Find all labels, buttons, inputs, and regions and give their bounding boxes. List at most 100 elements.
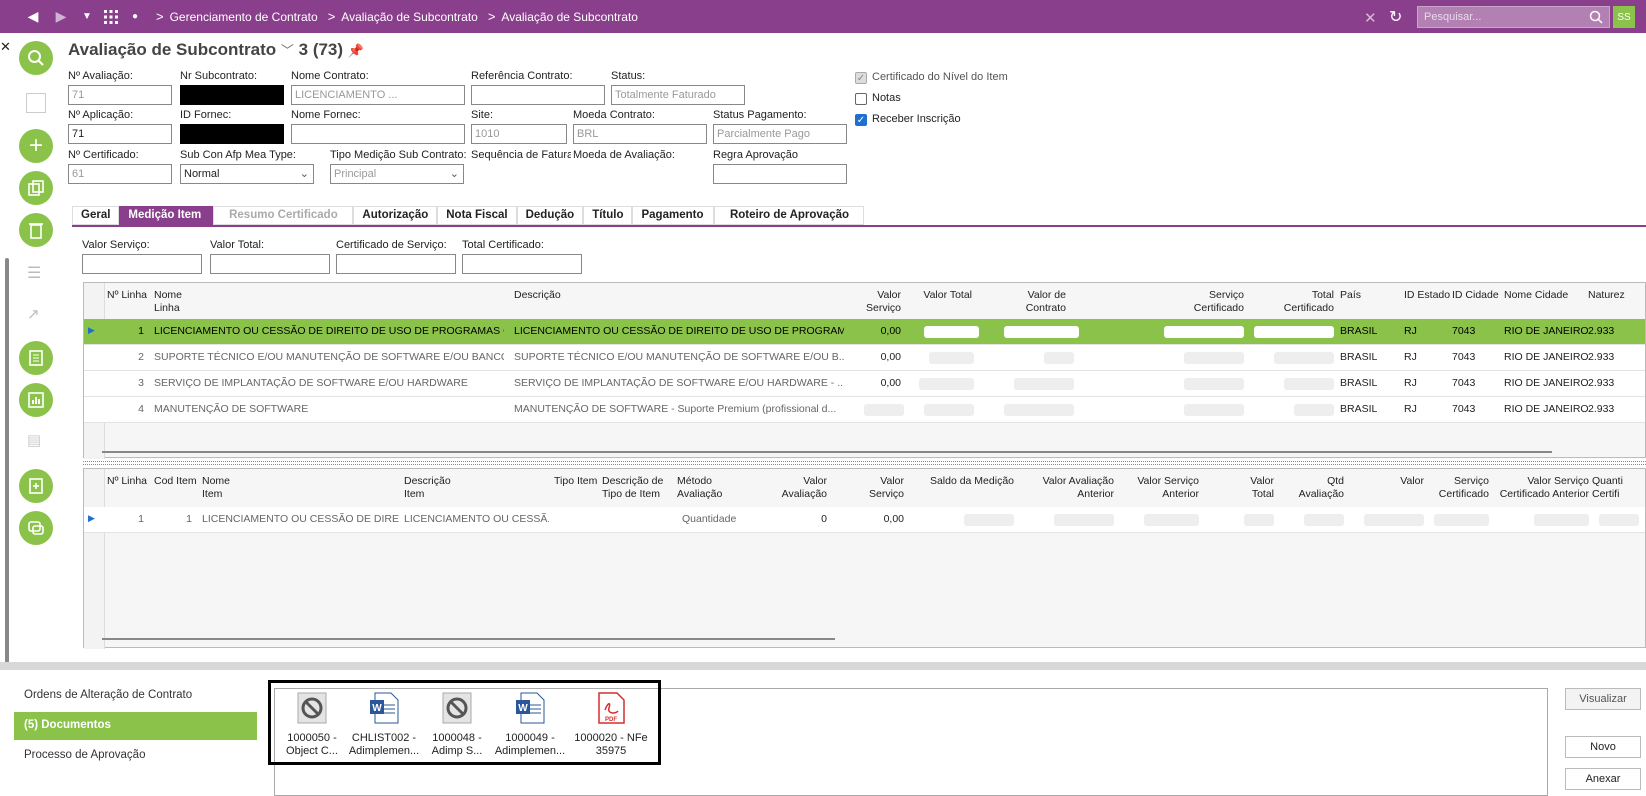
search-icon[interactable]: [19, 41, 53, 75]
chevron-down-icon[interactable]: ﹀: [281, 43, 294, 58]
panel-splitter[interactable]: [0, 662, 1646, 670]
table-row[interactable]: ▶ 1 1 LICENCIAMENTO OU CESSÃO DE DIREIT.…: [84, 507, 1645, 533]
tab-nota-fiscal[interactable]: Nota Fiscal: [437, 206, 517, 225]
table-row[interactable]: 3 SERVIÇO DE IMPLANTAÇÃO DE SOFTWARE E/O…: [84, 371, 1645, 397]
grid-splitter[interactable]: [83, 461, 1646, 465]
col-header[interactable]: ID Estado: [1404, 289, 1450, 302]
col-header[interactable]: Total Certificado: [1274, 289, 1334, 315]
status-field[interactable]: Totalmente Faturado: [611, 85, 745, 105]
moeda-contrato-field[interactable]: BRL: [573, 124, 707, 144]
document-item[interactable]: W 1000049 - Adimplemen...: [490, 692, 570, 758]
col-header[interactable]: Nome Item: [202, 475, 242, 501]
delete-icon[interactable]: [19, 213, 53, 247]
nome-contrato-field[interactable]: LICENCIAMENTO ...: [291, 85, 465, 105]
status-pagamento-field[interactable]: Parcialmente Pago: [713, 124, 847, 144]
col-header[interactable]: Descrição de Tipo de Item: [602, 475, 677, 501]
add-icon[interactable]: +: [19, 129, 53, 163]
avatar[interactable]: SS: [1613, 6, 1635, 28]
tab-titulo[interactable]: Título: [583, 206, 633, 225]
tab-autorizacao[interactable]: Autorização: [353, 206, 438, 225]
horizontal-scrollbar[interactable]: [102, 451, 1552, 453]
breadcrumb-item[interactable]: Avaliação de Subcontrato: [341, 10, 478, 24]
visualizar-button[interactable]: Visualizar: [1565, 688, 1641, 710]
tab-roteiro-aprovacao[interactable]: Roteiro de Aprovação: [714, 206, 865, 225]
notas-checkbox[interactable]: [855, 93, 867, 105]
document-item[interactable]: W CHLIST002 - Adimplemen...: [344, 692, 424, 758]
copy-icon[interactable]: [19, 171, 53, 205]
table-row[interactable]: 2 SUPORTE TÉCNICO E/OU MANUTENÇÃO DE SOF…: [84, 345, 1645, 371]
col-header[interactable]: Valor Avaliação: [769, 475, 827, 501]
col-header[interactable]: Saldo da Medição: [914, 475, 1014, 488]
col-header[interactable]: Valor Avaliação Anterior: [1019, 475, 1114, 501]
refresh-icon[interactable]: ↻: [1389, 7, 1402, 27]
comments-icon[interactable]: [19, 511, 53, 545]
col-header[interactable]: Nome Cidade: [1504, 289, 1568, 302]
novo-button[interactable]: Novo: [1565, 736, 1641, 758]
site-field[interactable]: 1010: [471, 124, 567, 144]
col-header[interactable]: Descrição: [514, 289, 561, 302]
nav-documentos[interactable]: (5) Documentos: [14, 712, 257, 740]
nr-subcontrato-field[interactable]: [180, 85, 284, 105]
col-header[interactable]: Valor Total: [1234, 475, 1274, 501]
col-header[interactable]: Valor Serviço Certificado Anterior: [1494, 475, 1589, 501]
col-header[interactable]: Valor Serviço: [849, 289, 901, 315]
report-icon[interactable]: [19, 341, 53, 375]
table-row[interactable]: 4 MANUTENÇÃO DE SOFTWARE MANUTENÇÃO DE S…: [84, 397, 1645, 423]
col-header[interactable]: Descrição Item: [404, 475, 464, 501]
history-dropdown-icon[interactable]: ▼: [76, 6, 98, 28]
col-header[interactable]: Serviço Certificado: [1429, 475, 1489, 501]
nav-processo-aprovacao[interactable]: Processo de Aprovação: [14, 742, 257, 770]
apps-grid-icon[interactable]: [100, 6, 122, 28]
search-input[interactable]: Pesquisar...: [1417, 6, 1610, 28]
tab-pagamento[interactable]: Pagamento: [632, 206, 715, 225]
certificado-servico-field[interactable]: [336, 254, 456, 274]
tab-resumo-certificado[interactable]: Resumo Certificado: [213, 206, 354, 225]
col-header[interactable]: Qtd Avaliação: [1284, 475, 1344, 501]
n-certificado-field[interactable]: 61: [68, 164, 172, 184]
col-header[interactable]: Nº Linha: [107, 289, 147, 302]
col-header[interactable]: Valor Serviço Anterior: [1114, 475, 1199, 501]
pin-icon[interactable]: 📌: [348, 43, 364, 58]
valor-servico-field[interactable]: [82, 254, 202, 274]
referencia-contrato-field[interactable]: [471, 85, 605, 105]
receber-inscricao-checkbox[interactable]: ✓: [855, 114, 867, 126]
col-header[interactable]: Nome Linha: [154, 289, 194, 315]
sub-con-type-select[interactable]: Normal ⌄: [180, 164, 314, 184]
valor-total-field[interactable]: [210, 254, 330, 274]
col-header[interactable]: Valor de Contrato: [1004, 289, 1066, 315]
col-header[interactable]: Nº Linha: [107, 475, 147, 488]
col-header[interactable]: ID Cidade: [1452, 289, 1499, 302]
col-header[interactable]: Serviço Certificado: [1184, 289, 1244, 315]
left-scrollbar[interactable]: [5, 258, 9, 663]
col-header[interactable]: Naturez: [1588, 289, 1625, 302]
nome-fornec-field[interactable]: [291, 124, 465, 144]
breadcrumb-item[interactable]: Avaliação de Subcontrato: [501, 10, 638, 24]
breadcrumb-item[interactable]: Gerenciamento de Contrato: [170, 10, 318, 24]
n-avaliacao-field[interactable]: 71: [68, 85, 172, 105]
col-header[interactable]: Valor Serviço: [854, 475, 904, 501]
tab-deducao[interactable]: Dedução: [516, 206, 584, 225]
col-header[interactable]: Método Avaliação: [677, 475, 732, 501]
col-header[interactable]: Valor Total: [922, 289, 972, 302]
forward-icon[interactable]: ▶: [50, 6, 72, 28]
col-header[interactable]: Cod Item: [154, 475, 197, 488]
table-row[interactable]: ▶ 1 LICENCIAMENTO OU CESSÃO DE DIREITO D…: [84, 319, 1645, 345]
add-document-icon[interactable]: [19, 469, 53, 503]
id-fornec-field[interactable]: [180, 124, 284, 144]
tipo-medicao-select[interactable]: Principal ⌄: [330, 164, 464, 184]
col-header[interactable]: País: [1340, 289, 1361, 302]
document-item[interactable]: PDF 1000020 - NFe 35975: [571, 692, 651, 758]
regra-aprovacao-field[interactable]: [713, 164, 847, 184]
total-certificado-field[interactable]: [462, 254, 582, 274]
home-dot-icon[interactable]: ●: [124, 6, 146, 28]
nav-ordens-alteracao[interactable]: Ordens de Alteração de Contrato: [14, 682, 257, 710]
anexar-button[interactable]: Anexar: [1565, 768, 1641, 790]
chart-icon[interactable]: [19, 383, 53, 417]
tab-medicao-item[interactable]: Medição Item: [119, 206, 214, 225]
close-icon[interactable]: ✕: [1364, 9, 1377, 27]
col-header[interactable]: Tipo Item: [554, 475, 597, 488]
document-item[interactable]: 1000048 - Adimp S...: [417, 692, 497, 758]
tab-geral[interactable]: Geral: [72, 206, 120, 225]
search-icon[interactable]: [1589, 10, 1603, 24]
close-panel-icon[interactable]: ✕: [0, 39, 11, 55]
